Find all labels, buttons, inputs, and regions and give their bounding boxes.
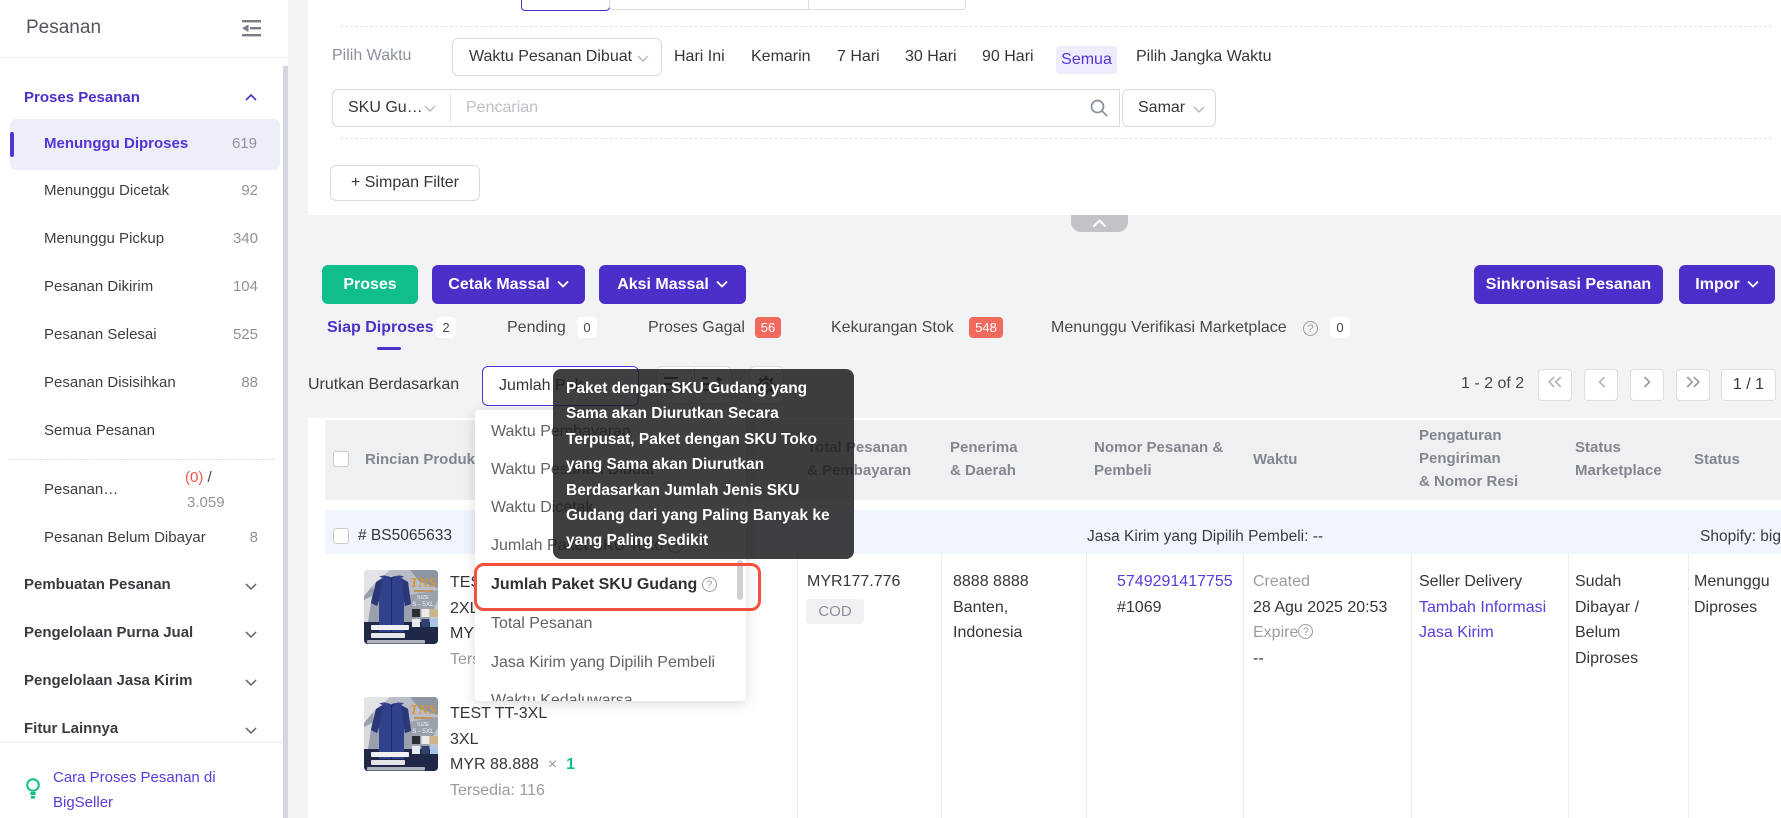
svg-text:TNS: TNS (410, 576, 437, 591)
svg-text:S - 5XL: S - 5XL (412, 601, 434, 608)
svg-text:TNS: TNS (410, 703, 437, 718)
svg-text:S - 5XL: S - 5XL (412, 728, 434, 735)
